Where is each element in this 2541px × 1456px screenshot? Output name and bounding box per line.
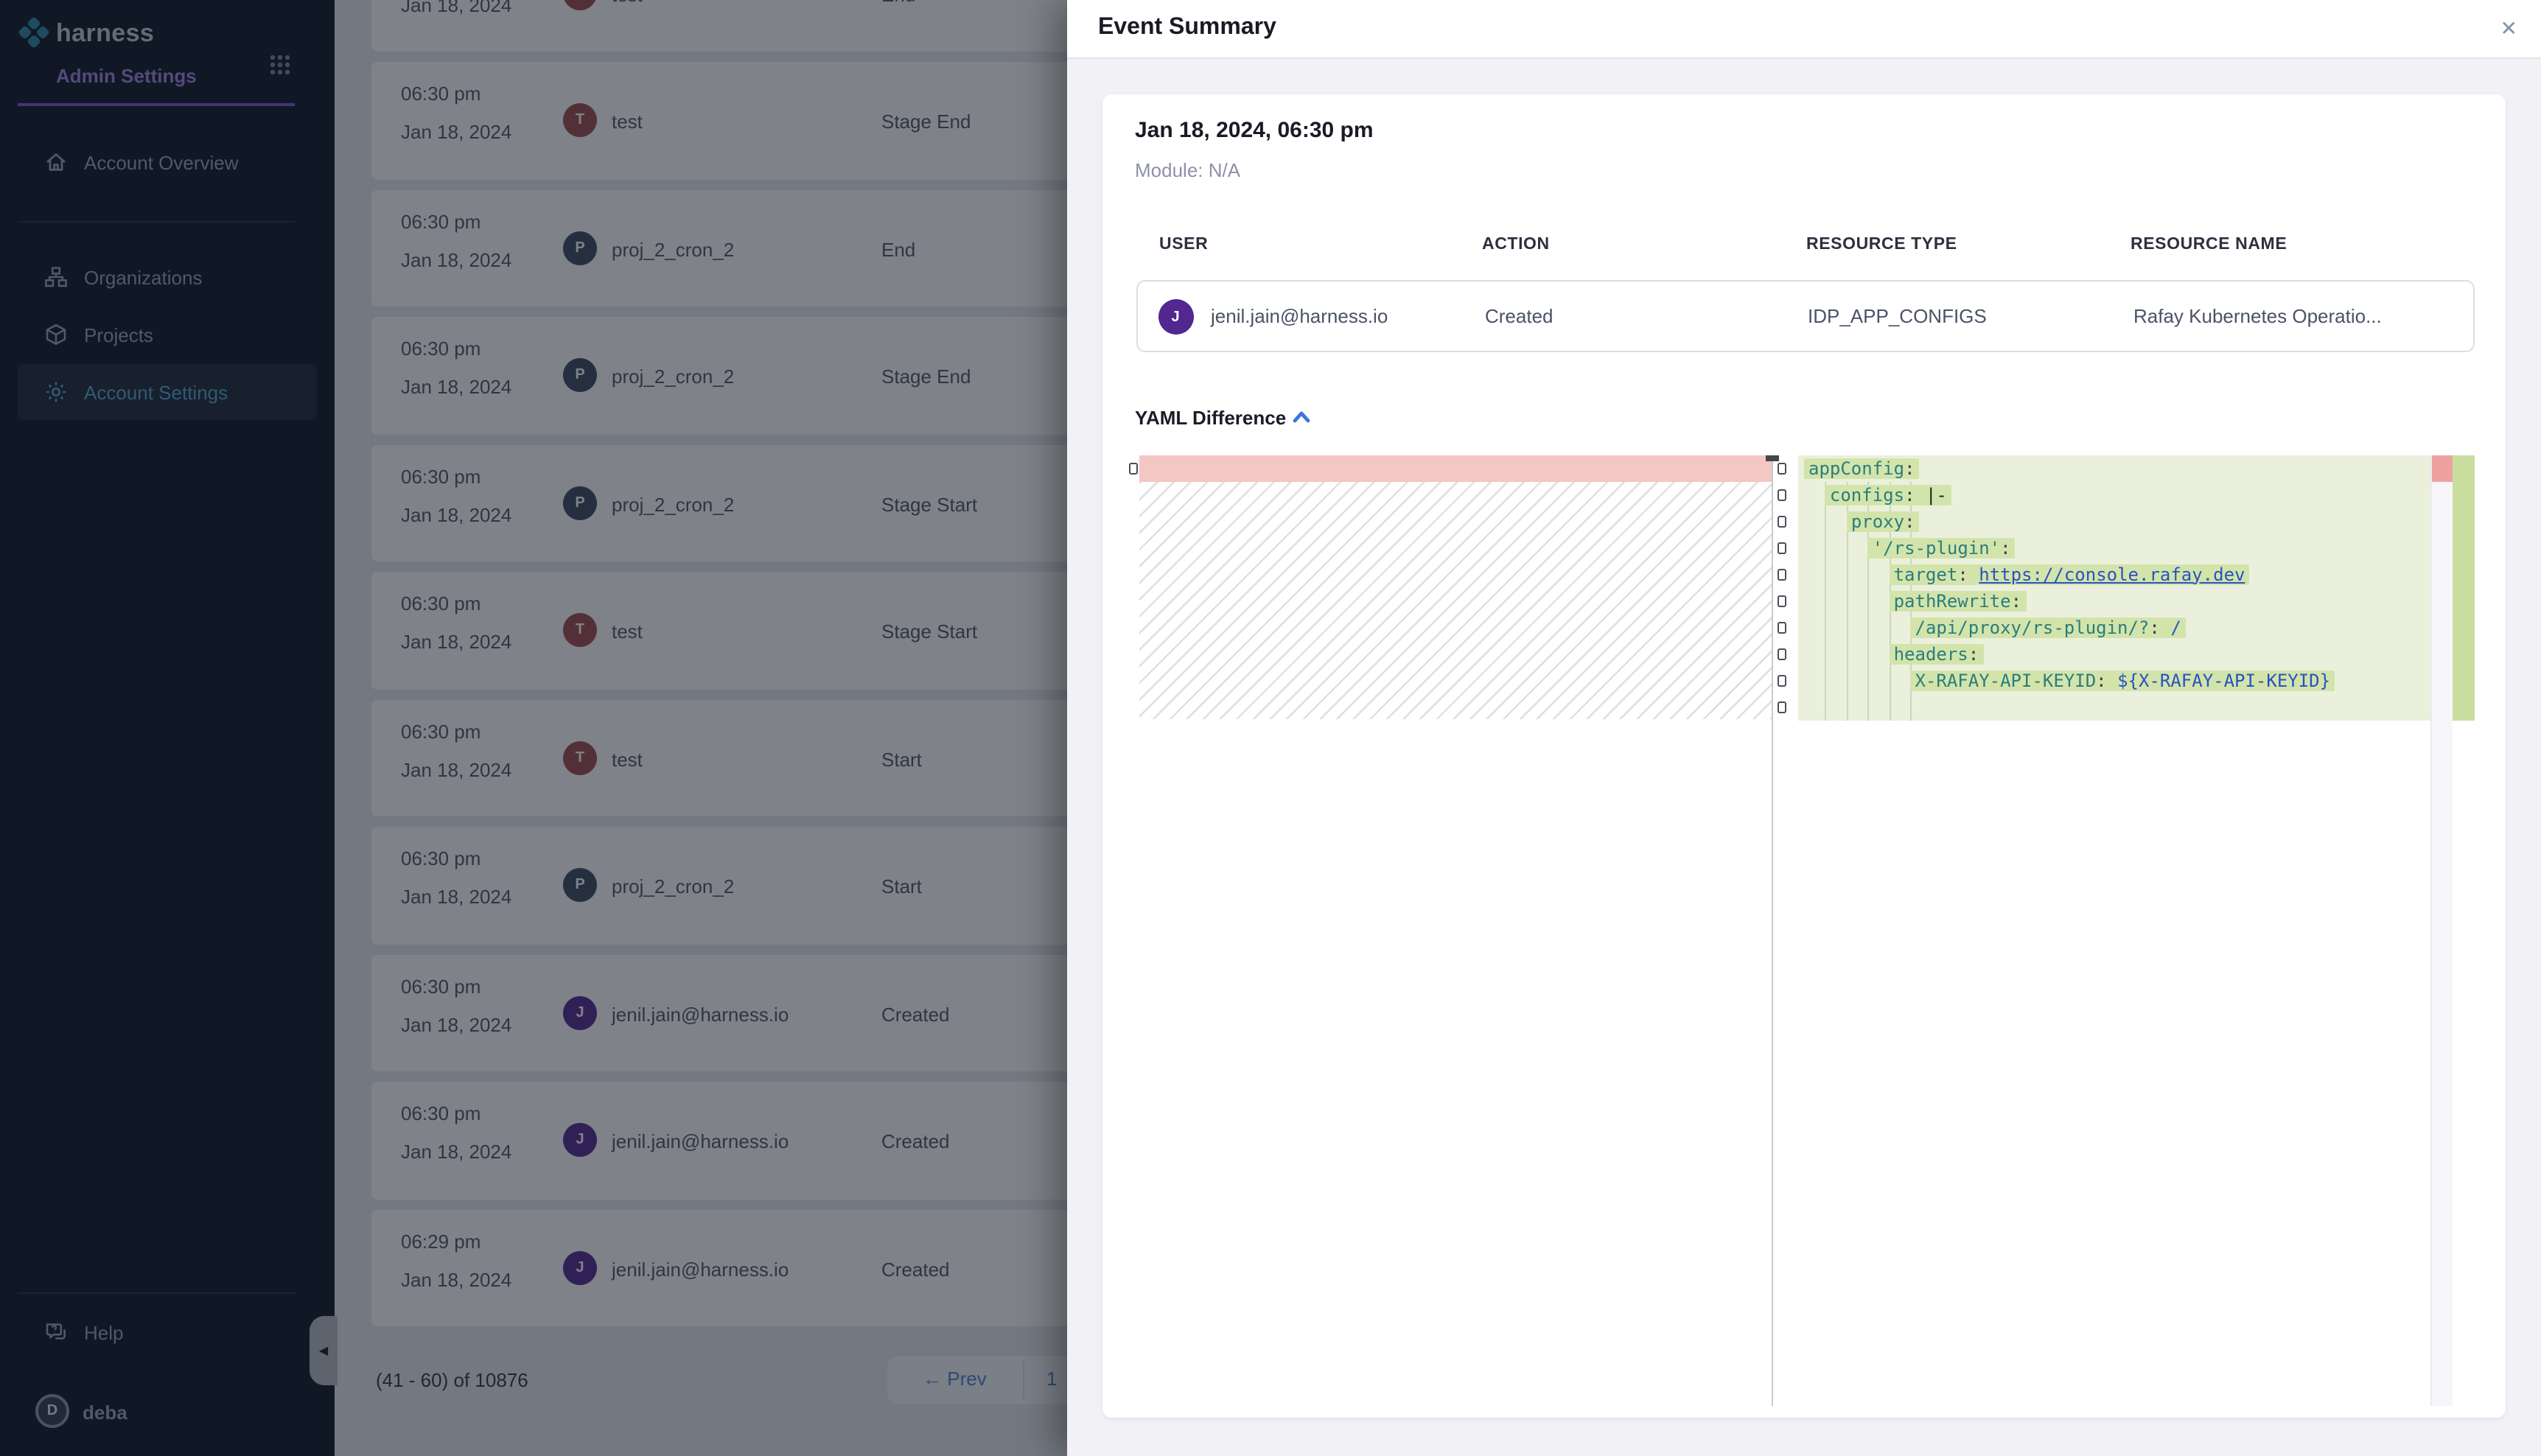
event-user: jenil.jain@harness.io [1211,305,1388,327]
yaml-code-line: target: https://console.rafay.dev [1804,561,2431,587]
yaml-code-line: X-RAFAY-API-KEYID: ${X-RAFAY-API-KEYID} [1804,667,2431,693]
yaml-difference-label: YAML Difference [1135,407,1286,429]
chevron-up-icon[interactable] [1290,408,1311,426]
column-header-action: ACTION [1482,236,1550,253]
diff-pane-divider[interactable] [1772,455,1773,1405]
fold-marker-icon[interactable] [1129,462,1138,474]
yaml-code-line: configs: |- [1804,481,2431,508]
diff-scrollbar-track[interactable] [2430,455,2453,1405]
diff-ruler-removed-marker [2432,455,2453,481]
diff-ruler-added-marker [2453,455,2475,720]
diff-word-highlight: appConfig: [1804,458,1920,478]
event-datetime: Jan 18, 2024, 06:30 pm [1135,118,1374,143]
fold-marker-icon[interactable] [1778,515,1786,527]
yaml-code-line: pathRewrite: [1804,587,2431,614]
diff-sash-handle[interactable] [1766,455,1779,461]
yaml-code-line: proxy: [1804,508,2431,534]
close-icon[interactable]: ✕ [2500,16,2517,41]
fold-marker-icon[interactable] [1778,648,1786,659]
drawer-header: Event Summary ✕ [1067,0,2541,59]
fold-marker-icon[interactable] [1778,595,1786,606]
event-summary-drawer: Event Summary ✕ Jan 18, 2024, 06:30 pm M… [1067,0,2541,1456]
diff-word-highlight: headers: [1890,643,1984,664]
avatar: J [1158,299,1193,335]
fold-marker-icon[interactable] [1778,621,1786,633]
column-header-resource-type: RESOURCE TYPE [1806,236,1957,253]
event-table-row: J jenil.jain@harness.io Created IDP_APP_… [1136,280,2475,352]
fold-marker-icon[interactable] [1778,674,1786,686]
diff-word-highlight: '/rs-plugin': [1868,537,2016,558]
fold-marker-icon[interactable] [1778,542,1786,553]
diff-word-highlight: configs: |- [1825,484,1951,505]
event-resource-name: Rafay Kubernetes Operatio... [2133,305,2382,327]
event-action: Created [1485,305,1553,327]
diff-word-highlight: target: https://console.rafay.dev [1890,564,2250,584]
diff-empty-hatch [1139,481,1772,719]
yaml-code-line [1804,693,2431,720]
app-root: 06:30 pmJan 18, 2024TtestEnd06:30 pmJan … [0,0,2541,1456]
column-header-user: USER [1159,236,1208,253]
fold-marker-icon[interactable] [1778,701,1786,713]
column-header-resource-name: RESOURCE NAME [2131,236,2287,253]
event-summary-card: Jan 18, 2024, 06:30 pm Module: N/A USER … [1102,94,2506,1418]
yaml-code-line: /api/proxy/rs-plugin/?: / [1804,614,2431,640]
yaml-code-line: appConfig: [1804,455,2431,481]
yaml-diff-viewer: appConfig: configs: |- proxy: '/rs-plugi… [1128,455,2475,1405]
fold-marker-icon[interactable] [1778,568,1786,580]
yaml-code-line: '/rs-plugin': [1804,534,2431,561]
yaml-code-line: headers: [1804,640,2431,667]
diff-removed-line [1139,455,1772,481]
fold-marker-icon[interactable] [1778,489,1786,500]
event-resource-type: IDP_APP_CONFIGS [1808,305,1987,327]
diff-word-highlight: X-RAFAY-API-KEYID: ${X-RAFAY-API-KEYID} [1911,670,2335,690]
diff-added-pane: appConfig: configs: |- proxy: '/rs-plugi… [1798,455,2431,1405]
diff-word-highlight: proxy: [1847,511,1920,531]
event-module: Module: N/A [1135,159,1240,181]
drawer-title: Event Summary [1098,15,1276,41]
fold-marker-icon[interactable] [1778,462,1786,474]
diff-word-highlight: pathRewrite: [1890,590,2026,611]
diff-word-highlight: /api/proxy/rs-plugin/?: / [1911,617,2186,637]
